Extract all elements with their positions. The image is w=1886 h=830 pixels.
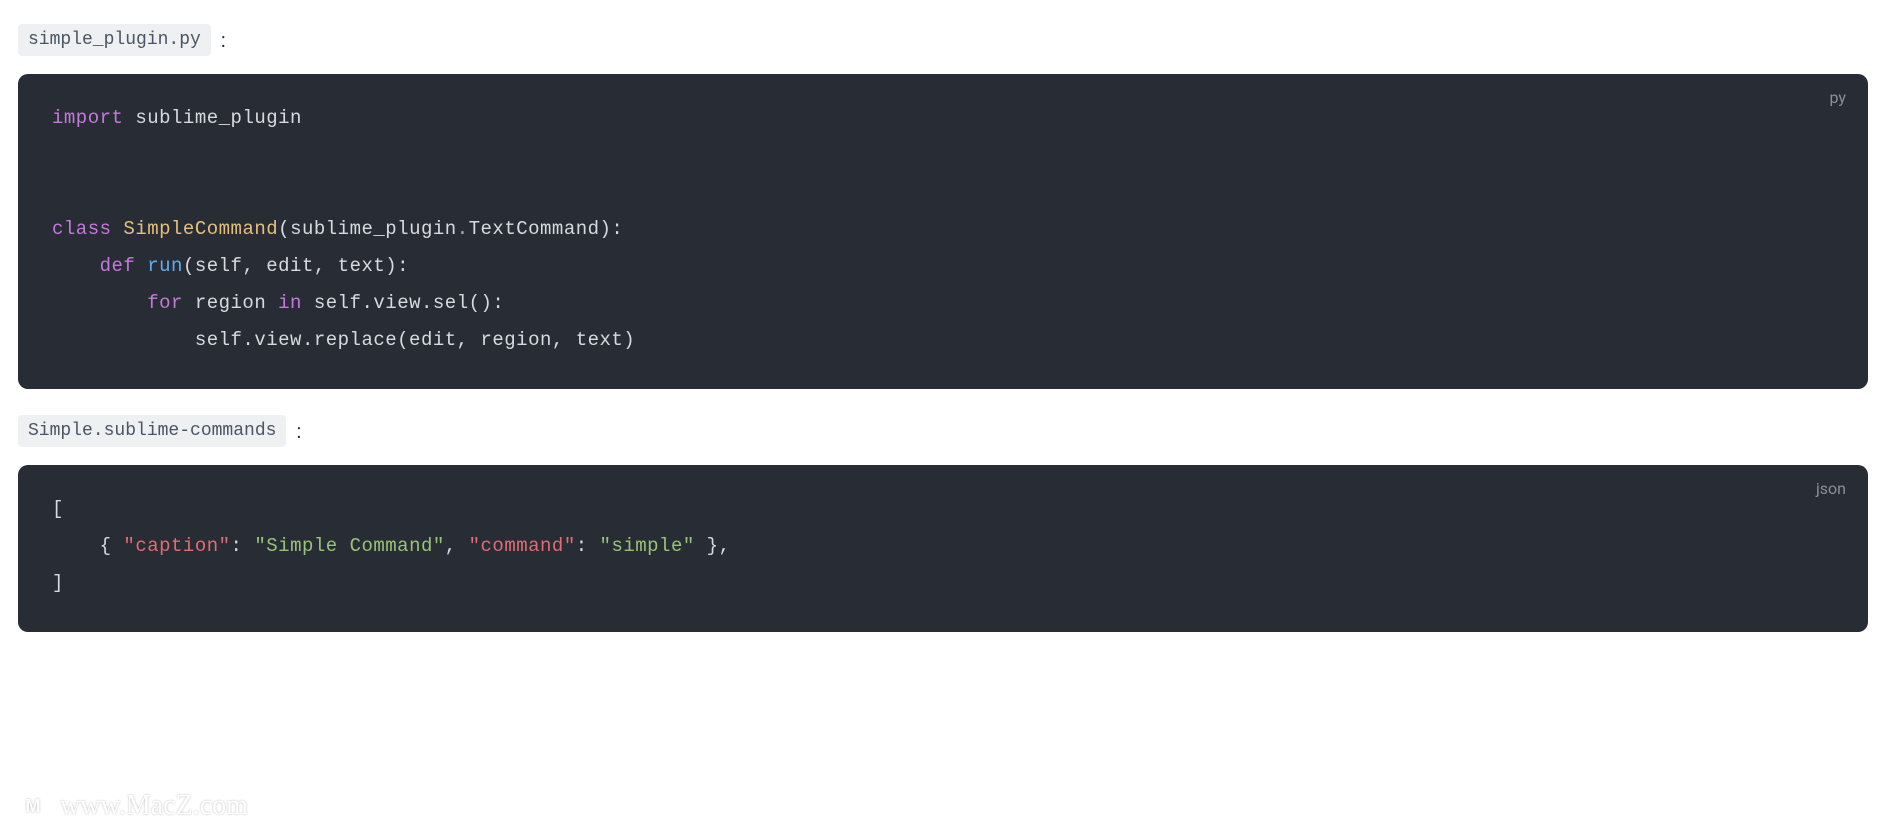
code-token: SimpleCommand [123,218,278,240]
code-content-json: [ { "caption": "Simple Command", "comman… [52,491,1834,602]
code-token: run [147,255,183,277]
watermark-text: www.MacZ.com [60,790,248,822]
code-token: : [231,535,255,557]
code-token [52,255,100,277]
lang-badge: json [1816,479,1846,498]
filename-colon: : [296,419,301,443]
code-token: sublime_plugin [135,107,302,129]
code-token: , [445,535,469,557]
watermark-icon: M [18,791,48,821]
filename-row-2: Simple.sublime-commands : [18,415,1868,447]
code-token: in [278,292,314,314]
code-token: region [195,292,278,314]
filename-badge: Simple.sublime-commands [18,415,286,447]
code-token: self.view.sel(): [314,292,504,314]
code-token: import [52,107,135,129]
code-content-python: import sublime_plugin class SimpleComman… [52,100,1834,359]
code-token: ( [183,255,195,277]
watermark: M www.MacZ.com [18,790,248,822]
code-token: : [576,535,600,557]
code-token: ] [52,572,64,594]
code-token: "simple" [600,535,695,557]
code-token: sublime_plugin [290,218,457,240]
code-token: }, [695,535,731,557]
filename-row-1: simple_plugin.py : [18,24,1868,56]
code-token: "caption" [123,535,230,557]
code-token [52,292,147,314]
filename-colon: : [221,28,226,52]
code-token: ( [278,218,290,240]
code-token: ): [600,218,624,240]
code-token: [ [52,498,64,520]
code-block-python: py import sublime_plugin class SimpleCom… [18,74,1868,389]
code-token: { [52,535,123,557]
code-token: ): [385,255,409,277]
filename-badge: simple_plugin.py [18,24,211,56]
code-token: "command" [469,535,576,557]
code-token: TextCommand [469,218,600,240]
code-token [52,329,195,351]
code-token: "Simple Command" [254,535,444,557]
code-token: class [52,218,123,240]
lang-badge: py [1830,88,1846,107]
code-block-json: json [ { "caption": "Simple Command", "c… [18,465,1868,632]
code-token: for [147,292,195,314]
code-token: self, edit, text [195,255,385,277]
code-token: def [100,255,148,277]
code-token: . [457,218,469,240]
code-token: self.view.replace(edit, region, text) [195,329,635,351]
